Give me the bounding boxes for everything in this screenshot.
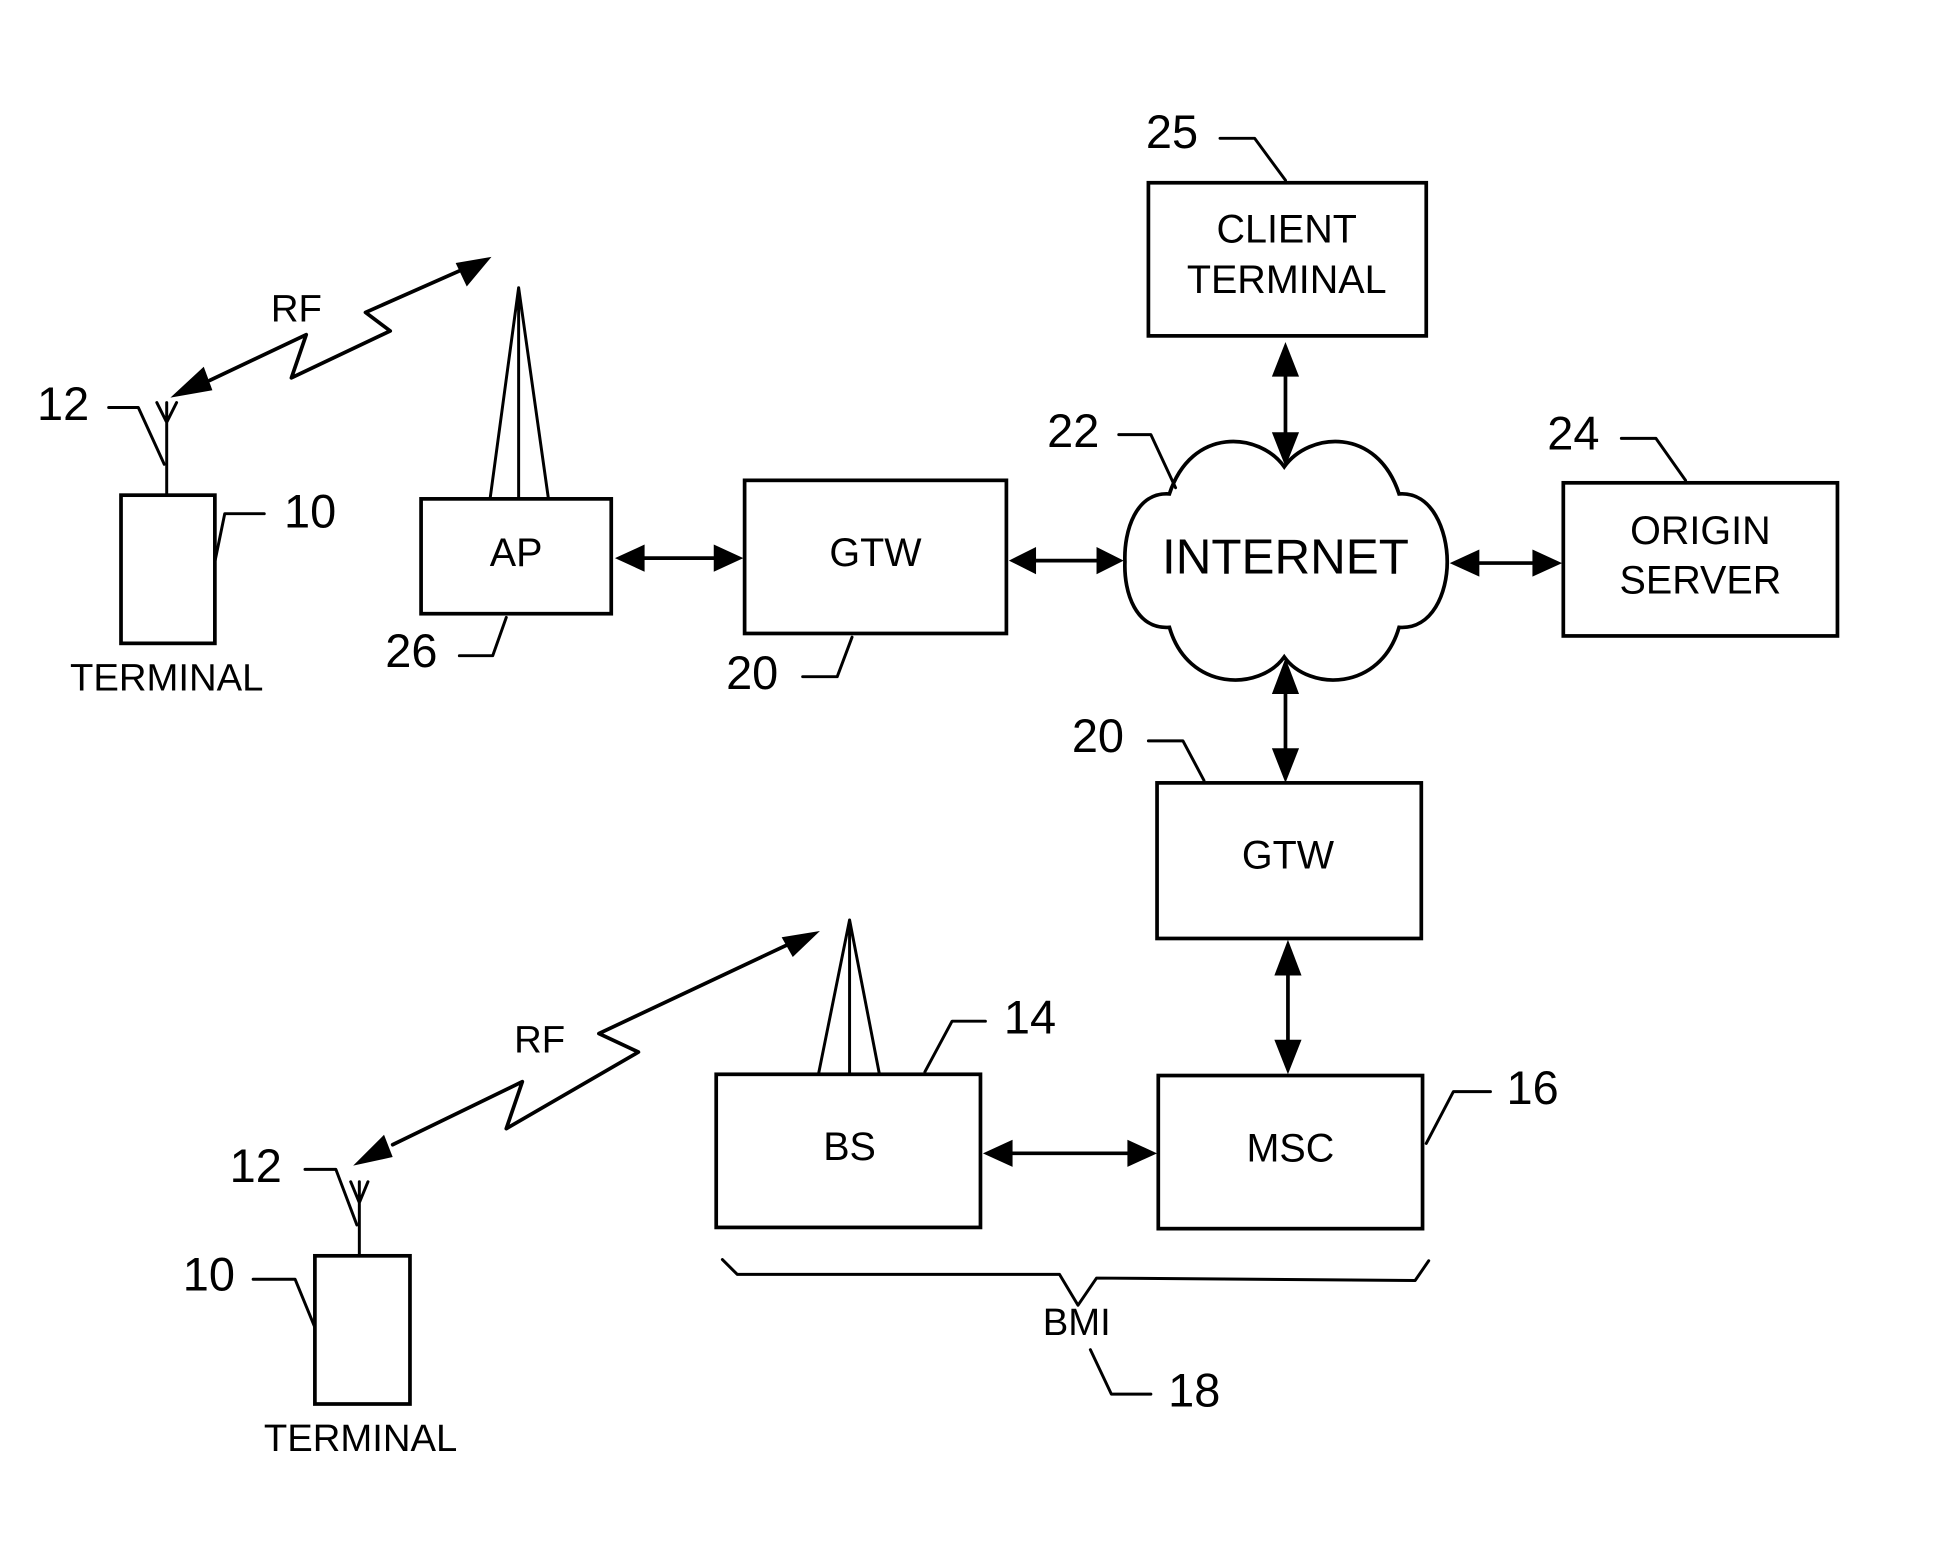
link-internet-origin <box>1449 549 1563 577</box>
ref-20-bottom: 20 <box>1072 710 1124 762</box>
link-gtw-msc <box>1274 939 1302 1075</box>
rf-zigzag-line <box>208 263 474 383</box>
leader-line-10 <box>213 512 266 564</box>
client-terminal: CLIENT TERMINAL 25 <box>1146 106 1429 338</box>
gateway-top: GTW 20 <box>726 478 1009 699</box>
ref-10: 10 <box>284 485 336 537</box>
ref-25: 25 <box>1146 106 1198 158</box>
leader-line-10-bottom <box>251 1277 317 1329</box>
leader-line-16 <box>1424 1090 1492 1145</box>
link-gtw-internet <box>1008 547 1124 575</box>
origin-server-label-line2: SERVER <box>1620 558 1782 602</box>
origin-server-label-line1: ORIGIN <box>1630 509 1770 553</box>
leader-line-25 <box>1218 136 1287 182</box>
gtw-top-label: GTW <box>829 531 922 575</box>
tower-icon <box>817 918 881 1075</box>
link-internet-gtw-bottom <box>1271 658 1300 783</box>
base-station: BS 14 <box>714 918 1056 1230</box>
antenna-icon <box>155 401 179 497</box>
ref-22: 22 <box>1047 405 1099 457</box>
ref-16: 16 <box>1507 1062 1559 1114</box>
tower-icon <box>488 286 550 500</box>
terminal-bottom-body <box>313 1253 412 1406</box>
leader-line-12 <box>107 406 166 466</box>
ref-14: 14 <box>1004 992 1056 1044</box>
rf-label: RF <box>271 287 322 330</box>
internet-cloud: INTERNET 22 <box>1047 405 1450 682</box>
gateway-bottom: GTW 20 <box>1072 710 1424 941</box>
rf-link-top: RF <box>170 256 492 398</box>
leader-line-26 <box>457 615 508 658</box>
ref-10-bottom: 10 <box>183 1248 235 1300</box>
leader-line-14 <box>923 1019 987 1074</box>
bs-label: BS <box>823 1125 876 1169</box>
ref-18: 18 <box>1168 1365 1220 1417</box>
terminal-top-label: TERMINAL <box>70 657 263 700</box>
terminal-bottom-label: TERMINAL <box>264 1417 457 1460</box>
bmi-label: BMI <box>1043 1301 1111 1344</box>
ref-20-top: 20 <box>726 647 778 699</box>
rf-label: RF <box>514 1018 565 1061</box>
msc-label: MSC <box>1247 1126 1335 1170</box>
ref-24: 24 <box>1547 408 1599 460</box>
gtw-bottom-label: GTW <box>1242 834 1335 878</box>
internet-label: INTERNET <box>1162 530 1409 585</box>
terminal-top-body <box>119 493 217 646</box>
arrowhead-right <box>781 931 820 957</box>
bmi-brace <box>720 1258 1431 1307</box>
terminal-bottom: 12 10 TERMINAL <box>183 1140 458 1460</box>
ref-12-bottom: 12 <box>230 1140 282 1192</box>
link-client-internet <box>1271 342 1300 467</box>
link-ap-gtw <box>614 544 744 572</box>
access-point: AP 26 <box>385 286 614 677</box>
client-terminal-label-line2: TERMINAL <box>1187 258 1387 302</box>
ap-label: AP <box>490 531 543 575</box>
bmi-group: BMI 18 <box>720 1258 1431 1417</box>
leader-line-22 <box>1117 433 1178 490</box>
leader-line-20-bottom <box>1146 739 1206 782</box>
leader-line-20-top <box>801 635 854 679</box>
network-architecture-diagram: 12 10 TERMINAL RF AP 26 GTW 20 INTERNET … <box>37 106 1840 1460</box>
mobile-switching-center: MSC 16 <box>1156 1062 1559 1231</box>
ref-12: 12 <box>37 378 89 430</box>
link-bs-msc <box>982 1139 1158 1167</box>
leader-line-12-bottom <box>303 1167 359 1227</box>
leader-line-24 <box>1619 436 1688 482</box>
terminal-top: 12 10 TERMINAL <box>37 378 336 700</box>
client-terminal-label-line1: CLIENT <box>1216 208 1356 252</box>
origin-server: ORIGIN SERVER 24 <box>1547 408 1840 638</box>
ref-26: 26 <box>385 625 437 677</box>
leader-line-18 <box>1088 1348 1153 1396</box>
arrowhead-left <box>353 1134 393 1166</box>
arrowhead-left <box>170 366 213 398</box>
arrowhead-right <box>455 256 492 287</box>
